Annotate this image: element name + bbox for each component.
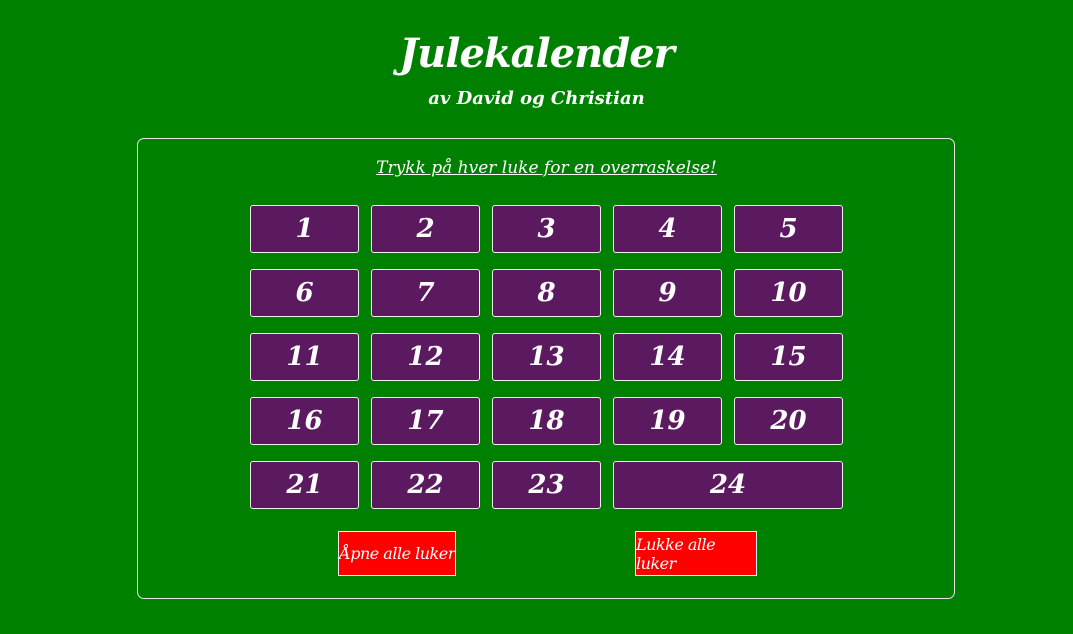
hatch-9[interactable]: 9	[613, 269, 722, 317]
page-subtitle: av David og Christian	[428, 88, 645, 109]
hatch-5[interactable]: 5	[734, 205, 843, 253]
hatch-23[interactable]: 23	[492, 461, 601, 509]
close-all-button[interactable]: Lukke alle luker	[635, 531, 757, 576]
hatch-6[interactable]: 6	[250, 269, 359, 317]
hatch-15[interactable]: 15	[734, 333, 843, 381]
hatch-13[interactable]: 13	[492, 333, 601, 381]
hatch-16[interactable]: 16	[250, 397, 359, 445]
hatch-14[interactable]: 14	[613, 333, 722, 381]
hatch-grid: 1 2 3 4 5 6 7 8 9 10 11 12 13 14 15 16 1…	[250, 205, 843, 509]
open-all-button[interactable]: Åpne alle luker	[338, 531, 456, 576]
hatch-22[interactable]: 22	[371, 461, 480, 509]
page-title: Julekalender	[399, 30, 675, 77]
hatch-8[interactable]: 8	[492, 269, 601, 317]
hatch-12[interactable]: 12	[371, 333, 480, 381]
hatch-11[interactable]: 11	[250, 333, 359, 381]
hatch-3[interactable]: 3	[492, 205, 601, 253]
hatch-18[interactable]: 18	[492, 397, 601, 445]
hatch-24[interactable]: 24	[613, 461, 843, 509]
hatch-19[interactable]: 19	[613, 397, 722, 445]
hatch-2[interactable]: 2	[371, 205, 480, 253]
hatch-1[interactable]: 1	[250, 205, 359, 253]
hatch-10[interactable]: 10	[734, 269, 843, 317]
hatch-17[interactable]: 17	[371, 397, 480, 445]
hatch-21[interactable]: 21	[250, 461, 359, 509]
hatch-7[interactable]: 7	[371, 269, 480, 317]
hatch-20[interactable]: 20	[734, 397, 843, 445]
hatch-4[interactable]: 4	[613, 205, 722, 253]
instruction-link[interactable]: Trykk på hver luke for en overraskelse!	[0, 158, 1073, 178]
